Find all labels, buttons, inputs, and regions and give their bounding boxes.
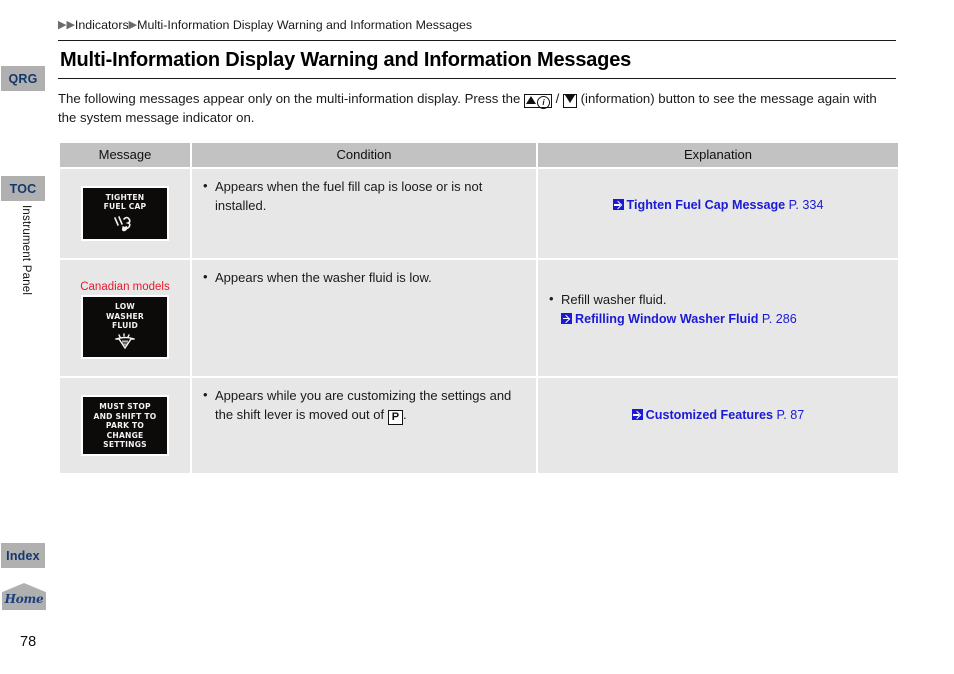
home-button-label: Home <box>4 592 44 606</box>
page-number: 78 <box>20 634 37 650</box>
left-navigation-rail: QRG TOC Instrument Panel Index Home 78 <box>0 0 46 674</box>
rail-tab-qrg-label: QRG <box>8 71 38 86</box>
condition-text: Appears when the fuel fill cap is loose … <box>202 177 526 216</box>
mfd-message-text: MUST STOP AND SHIFT TO PARK TO CHANGE SE… <box>93 402 157 450</box>
breadcrumb: ▶▶Indicators▶Multi-Information Display W… <box>58 18 898 33</box>
explanation-cell: Customized Features P. 87 <box>538 378 898 473</box>
reference-page: P. 334 <box>788 198 824 213</box>
mfd-screen: LOW WASHER FLUID <box>81 295 169 360</box>
jump-arrow-icon <box>631 409 643 421</box>
mfd-message-text: LOW WASHER FLUID <box>106 302 144 331</box>
condition-text-part-1: Appears while you are customizing the se… <box>215 388 512 423</box>
reference-page: P. 87 <box>776 408 805 423</box>
page-title: Multi-Information Display Warning and In… <box>60 48 632 71</box>
mfd-message-text: TIGHTEN FUEL CAP <box>103 192 147 212</box>
messages-table: Message Condition Explanation TIGHTEN FU… <box>58 141 900 475</box>
reference-link-refilling-window-washer-fluid[interactable]: Refilling Window Washer Fluid P. 286 <box>561 312 797 326</box>
condition-text: Appears when the washer fluid is low. <box>202 268 526 288</box>
message-cell-must-stop-shift-to-park: MUST STOP AND SHIFT TO PARK TO CHANGE SE… <box>60 378 190 473</box>
condition-text: Appears while you are customizing the se… <box>202 386 526 426</box>
condition-cell: Appears while you are customizing the se… <box>192 378 536 473</box>
fuel-cap-icon <box>86 215 164 235</box>
mfd-screen: MUST STOP AND SHIFT TO PARK TO CHANGE SE… <box>81 395 169 456</box>
reference-link-customized-features[interactable]: Customized Features P. 87 <box>631 406 805 425</box>
info-down-button-icon <box>562 93 577 108</box>
rail-tab-toc[interactable]: TOC <box>1 176 45 201</box>
washer-fluid-icon <box>86 333 164 353</box>
rail-tab-index-label: Index <box>6 548 40 563</box>
information-circle-icon: i <box>536 95 550 109</box>
page-content: ▶▶Indicators▶Multi-Information Display W… <box>58 0 898 475</box>
column-header-condition: Condition <box>192 142 536 167</box>
mfd-display-image: MUST STOP AND SHIFT TO PARK TO CHANGE SE… <box>70 387 180 463</box>
mfd-display-image: TIGHTEN FUEL CAP <box>70 178 180 249</box>
triangle-up-icon <box>525 95 536 104</box>
breadcrumb-level-2[interactable]: Multi-Information Display Warning and In… <box>137 18 472 32</box>
mfd-screen: TIGHTEN FUEL CAP <box>81 185 169 241</box>
jump-arrow-icon <box>612 199 624 211</box>
message-cell-tighten-fuel-cap: TIGHTEN FUEL CAP <box>60 168 190 258</box>
explanation-cell: Tighten Fuel Cap Message P. 334 <box>538 168 898 258</box>
info-up-button-icon: i <box>523 93 552 109</box>
condition-text-part-2: . <box>403 407 407 423</box>
reference-link-label: Refilling Window Washer Fluid <box>575 311 759 326</box>
column-header-message: Message <box>60 142 190 167</box>
reference-link-tighten-fuel-cap[interactable]: Tighten Fuel Cap Message P. 334 <box>612 196 824 215</box>
table-row: MUST STOP AND SHIFT TO PARK TO CHANGE SE… <box>60 378 898 473</box>
reference-link-label: Customized Features <box>645 408 774 423</box>
explanation-cell: Refill washer fluid. Refilling Window Wa… <box>538 259 898 377</box>
condition-cell: Appears when the fuel fill cap is loose … <box>192 168 536 258</box>
triangle-down-icon <box>564 94 575 103</box>
rail-tab-qrg[interactable]: QRG <box>1 66 45 91</box>
reference-page: P. 286 <box>761 311 797 326</box>
column-header-explanation: Explanation <box>538 142 898 167</box>
breadcrumb-double-arrow-icon: ▶▶ <box>58 19 75 31</box>
message-cell-low-washer-fluid: Canadian models LOW WASHER FLUID <box>60 259 190 377</box>
mfd-display-image: Canadian models LOW WASHER FLUID <box>70 269 180 368</box>
condition-cell: Appears when the washer fluid is low. <box>192 259 536 377</box>
intro-text-part-1: The following messages appear only on th… <box>58 90 524 106</box>
explanation-bullet-text: Refill washer fluid. <box>548 290 888 310</box>
rail-tab-index[interactable]: Index <box>1 543 45 568</box>
intro-separator: / <box>551 90 563 106</box>
canadian-models-note: Canadian models <box>80 280 170 293</box>
table-row: TIGHTEN FUEL CAP • Appears when the fuel… <box>60 168 898 258</box>
intro-paragraph: The following messages appear only on th… <box>58 89 898 128</box>
title-rule-bottom <box>58 77 896 79</box>
table-header-row: Message Condition Explanation <box>60 142 898 167</box>
jump-arrow-icon <box>561 312 572 324</box>
table-row: Canadian models LOW WASHER FLUID • Appea… <box>60 259 898 377</box>
section-label-instrument-panel: Instrument Panel <box>20 205 32 296</box>
reference-link-label: Tighten Fuel Cap Message <box>626 198 786 213</box>
home-button[interactable]: Home <box>2 583 46 610</box>
rail-tab-toc-label: TOC <box>9 181 37 196</box>
breadcrumb-single-arrow-icon: ▶ <box>128 19 138 31</box>
breadcrumb-level-1[interactable]: Indicators <box>75 18 129 32</box>
park-position-icon: P <box>387 410 404 426</box>
